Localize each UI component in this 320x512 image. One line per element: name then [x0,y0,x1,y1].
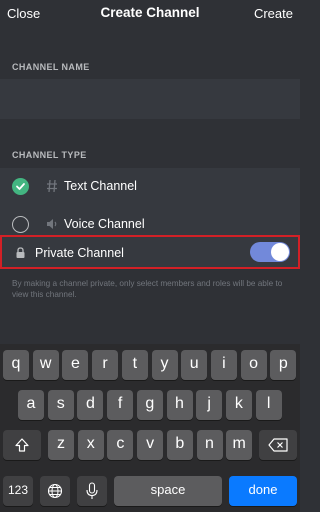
key-m[interactable]: m [226,430,253,460]
key-t[interactable]: t [121,350,148,380]
key-b[interactable]: b [166,430,193,460]
key-z[interactable]: z [48,430,74,460]
create-button[interactable]: Create [254,6,293,21]
key-k[interactable]: k [225,390,252,420]
key-y[interactable]: y [151,350,178,380]
channel-name-section-label: CHANNEL NAME [12,62,90,72]
toggle-knob [271,243,289,261]
radio-unselected-icon[interactable] [12,216,29,233]
private-channel-row[interactable]: Private Channel [0,235,300,269]
navigation-bar: Close Create Channel Create [0,0,300,28]
channel-name-input[interactable] [0,79,300,119]
keyboard: qwertyuiop asdfghjkl zxcvbnm 123 space d… [0,344,300,512]
key-w[interactable]: w [32,350,59,380]
text-channel-label: Text Channel [64,179,137,193]
globe-icon [47,483,63,499]
key-q[interactable]: q [3,350,29,380]
key-e[interactable]: e [62,350,89,380]
numbers-key[interactable]: 123 [3,476,33,506]
key-n[interactable]: n [196,430,223,460]
space-key[interactable]: space [114,476,222,506]
voice-channel-label: Voice Channel [64,217,145,231]
lock-icon [16,247,25,258]
microphone-icon [86,482,98,499]
key-f[interactable]: f [107,390,134,420]
backspace-key[interactable] [259,430,297,460]
key-l[interactable]: l [255,390,282,420]
hash-icon [47,179,57,193]
key-s[interactable]: s [47,390,74,420]
key-g[interactable]: g [136,390,163,420]
key-c[interactable]: c [107,430,134,460]
key-h[interactable]: h [166,390,193,420]
key-j[interactable]: j [196,390,223,420]
globe-key[interactable] [40,476,70,506]
key-d[interactable]: d [77,390,104,420]
key-v[interactable]: v [137,430,164,460]
private-channel-helper-text: By making a channel private, only select… [12,279,283,299]
shift-key[interactable] [3,430,41,460]
radio-selected-icon[interactable] [12,178,29,195]
key-r[interactable]: r [92,350,119,380]
text-channel-option[interactable]: Text Channel [0,168,300,204]
microphone-key[interactable] [77,476,107,506]
key-i[interactable]: i [210,350,237,380]
key-o[interactable]: o [240,350,267,380]
key-x[interactable]: x [77,430,104,460]
key-u[interactable]: u [181,350,208,380]
shift-icon [15,438,29,452]
private-channel-label: Private Channel [35,246,124,260]
speaker-icon [47,219,57,229]
channel-type-options: Text Channel Voice Channel [0,168,300,244]
backspace-icon [268,438,288,452]
key-p[interactable]: p [270,350,297,380]
private-channel-toggle[interactable] [250,242,290,262]
done-key[interactable]: done [229,476,297,506]
key-a[interactable]: a [18,390,44,420]
channel-type-section-label: CHANNEL TYPE [12,150,87,160]
